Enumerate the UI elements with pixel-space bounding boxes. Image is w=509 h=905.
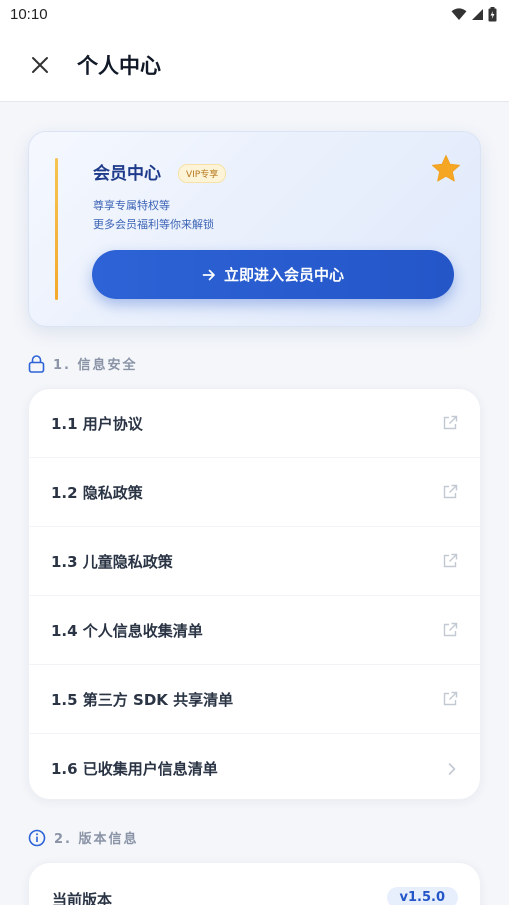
vip-badge: VIP专享: [178, 164, 227, 183]
list-item-collected-user-info[interactable]: 1.6 已收集用户信息清单: [29, 734, 480, 799]
list-item-children-privacy[interactable]: 1.3 儿童隐私政策: [29, 527, 480, 596]
wifi-icon: [451, 7, 467, 20]
external-link-icon: [443, 691, 458, 706]
star-icon: [432, 155, 460, 182]
list-item-label: 1.1 用户协议: [51, 414, 143, 433]
page-title: 个人中心: [77, 53, 161, 78]
section-title-version: 2. 版本信息: [54, 832, 139, 847]
security-list: 1.1 用户协议 1.2 隐私政策 1.3 儿童隐私政策 1.4 个人信息收集清…: [28, 388, 481, 800]
card-accent-bar: [55, 158, 58, 300]
status-icons: [451, 6, 497, 22]
info-icon: [28, 829, 46, 846]
app-header: 个人中心: [0, 28, 509, 102]
enter-member-center-button[interactable]: 立即进入会员中心: [92, 250, 454, 299]
list-item-label: 1.2 隐私政策: [51, 483, 143, 502]
member-card-line-1: 尊享专属特权等: [93, 199, 170, 212]
external-link-icon: [443, 415, 458, 430]
status-bar: 10:10: [0, 0, 509, 28]
list-item-user-agreement[interactable]: 1.1 用户协议: [29, 389, 480, 458]
external-link-icon: [443, 622, 458, 637]
list-item-label: 1.6 已收集用户信息清单: [51, 760, 218, 778]
list-item-label: 1.5 第三方 SDK 共享清单: [51, 690, 234, 709]
section-title-security: 1. 信息安全: [53, 358, 138, 373]
external-link-icon: [443, 553, 458, 568]
close-button[interactable]: [24, 49, 56, 81]
signal-icon: [472, 8, 483, 20]
arrow-right-icon: [202, 269, 215, 280]
list-item-personal-info-list[interactable]: 1.4 个人信息收集清单: [29, 596, 480, 665]
section-header-version: 2. 版本信息: [28, 828, 139, 847]
section-header-security: 1. 信息安全: [28, 354, 138, 373]
lock-icon: [28, 354, 45, 373]
member-card-line-2: 更多会员福利等你来解锁: [93, 218, 214, 231]
list-item-label: 1.4 个人信息收集清单: [51, 621, 203, 640]
version-badge: v1.5.0: [386, 887, 458, 905]
member-card-title: 会员中心: [93, 164, 161, 184]
list-item-third-party-sdk[interactable]: 1.5 第三方 SDK 共享清单: [29, 665, 480, 734]
enter-button-label: 立即进入会员中心: [223, 266, 344, 284]
member-card: 会员中心 VIP专享 尊享专属特权等 更多会员福利等你来解锁 立即进入会员中心: [28, 131, 481, 327]
status-time: 10:10: [10, 5, 48, 23]
chevron-right-icon: [448, 762, 456, 775]
external-link-icon: [443, 484, 458, 499]
version-card: 当前版本 v1.5.0: [28, 862, 481, 905]
close-icon: [32, 56, 48, 73]
list-item-privacy-policy[interactable]: 1.2 隐私政策: [29, 458, 480, 527]
current-version-label: 当前版本: [52, 891, 113, 905]
list-item-label: 1.3 儿童隐私政策: [51, 552, 173, 571]
battery-icon: [488, 6, 497, 21]
